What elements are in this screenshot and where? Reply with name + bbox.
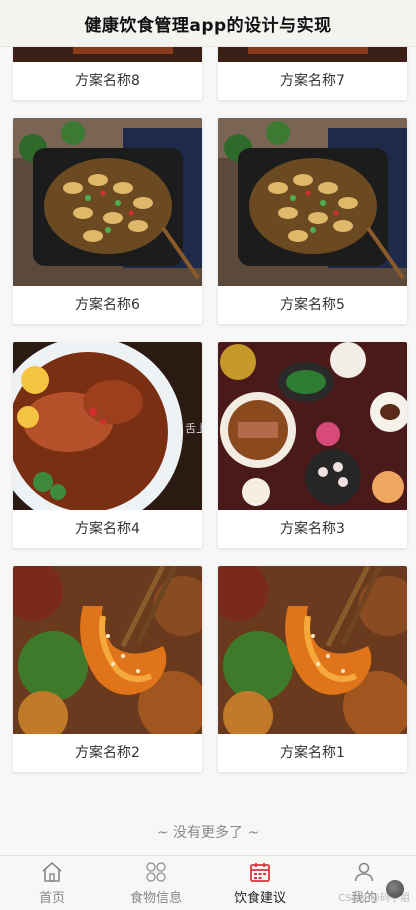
plan-image-3 bbox=[218, 342, 407, 510]
plan-image-6 bbox=[13, 118, 202, 286]
tab-home-label: 首页 bbox=[38, 891, 65, 906]
plan-name: 方案名称7 bbox=[280, 73, 345, 89]
user-icon bbox=[354, 862, 374, 882]
floating-assistant-button[interactable] bbox=[386, 880, 404, 898]
plan-card-6[interactable]: 方案名称6 bbox=[13, 118, 202, 324]
plan-name: 方案名称6 bbox=[75, 297, 140, 313]
no-more-tip: ~ 没有更多了 ~ bbox=[156, 825, 260, 841]
plan-name: 方案名称3 bbox=[280, 521, 345, 537]
plan-name: 方案名称5 bbox=[280, 297, 345, 313]
plan-name: 方案名称4 bbox=[75, 521, 140, 537]
plan-card-3[interactable]: 方案名称3 bbox=[218, 342, 407, 548]
calendar-icon bbox=[250, 863, 270, 882]
tab-home[interactable]: 首页 bbox=[0, 856, 104, 910]
tab-diet-advice-label: 饮食建议 bbox=[233, 891, 286, 906]
tab-food-info-label: 食物信息 bbox=[129, 891, 182, 906]
plan-image-2 bbox=[13, 566, 202, 734]
page-title: 健康饮食管理app的设计与实现 bbox=[84, 15, 332, 36]
plan-name: 方案名称2 bbox=[75, 745, 140, 761]
home-icon bbox=[42, 862, 62, 882]
plan-card-4[interactable]: 舌上 方案名称4 bbox=[13, 342, 202, 548]
plan-image-4: 舌上 bbox=[13, 342, 202, 510]
app-header: 健康饮食管理app的设计与实现 bbox=[0, 0, 416, 47]
plan-card-5[interactable]: 方案名称5 bbox=[218, 118, 407, 324]
plan-grid: 方案名称8 方案名称7 方案名称6 方案名称5 舌上 方案名称4 方案名称3 方… bbox=[0, 0, 416, 856]
tab-food-info[interactable]: 食物信息 bbox=[104, 856, 208, 910]
svg-text:舌上: 舌上 bbox=[185, 422, 202, 435]
plan-card-2[interactable]: 方案名称2 bbox=[13, 566, 202, 772]
plan-image-1 bbox=[218, 566, 407, 734]
plan-name: 方案名称1 bbox=[280, 745, 345, 761]
plan-name: 方案名称8 bbox=[75, 73, 140, 89]
grid-flower-icon bbox=[146, 862, 166, 882]
tab-diet-advice[interactable]: 饮食建议 bbox=[208, 856, 312, 910]
plan-card-1[interactable]: 方案名称1 bbox=[218, 566, 407, 772]
plan-image-5 bbox=[218, 118, 407, 286]
